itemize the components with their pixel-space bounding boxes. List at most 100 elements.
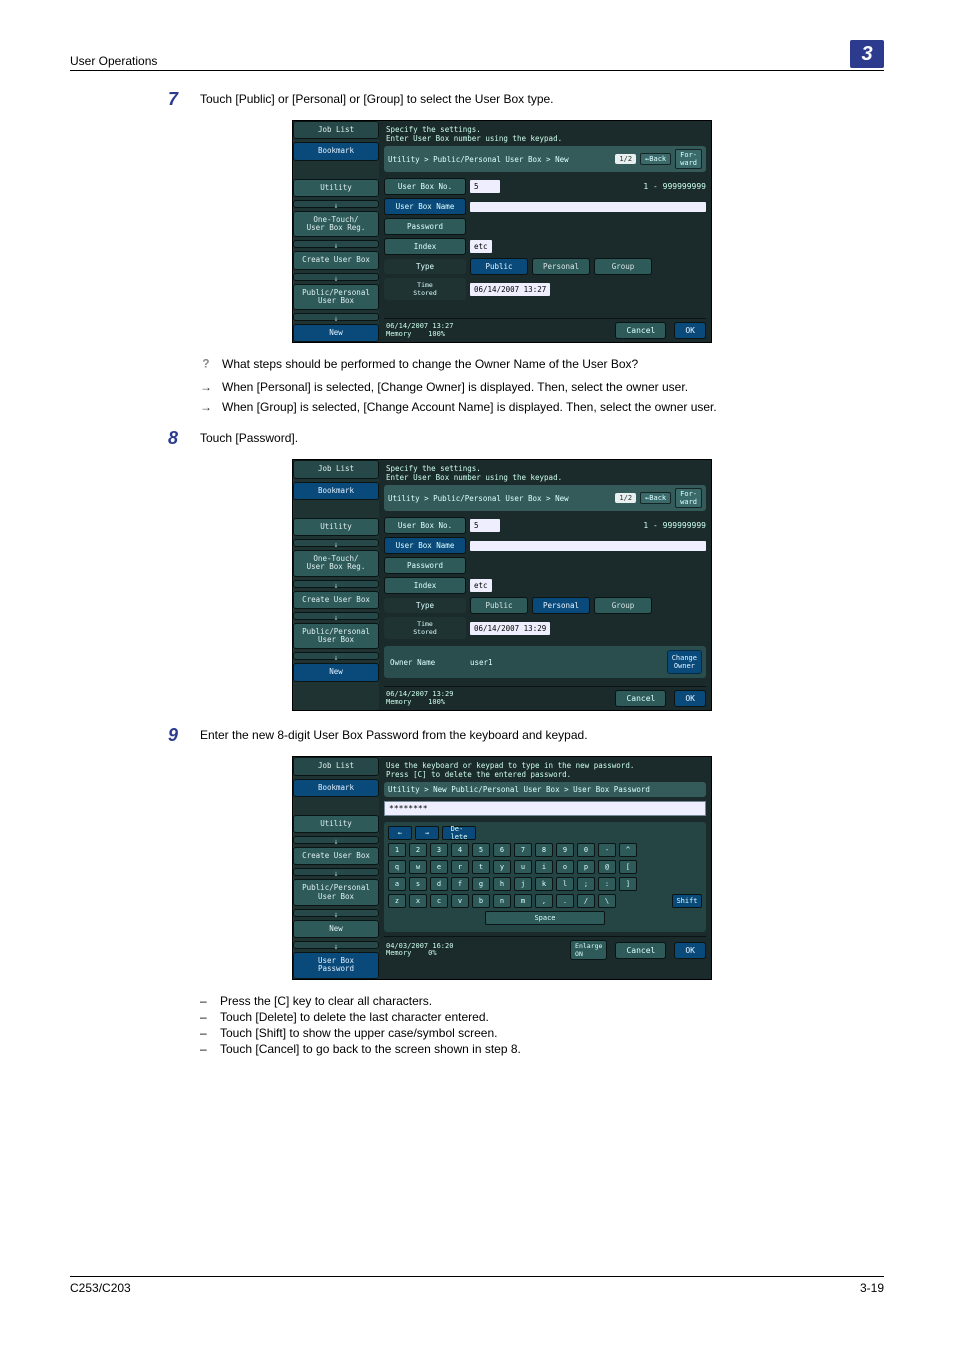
keyboard-key[interactable]: w [409, 860, 427, 874]
cursor-left-key[interactable]: ← [388, 826, 412, 840]
new-button[interactable]: New [293, 663, 379, 681]
new-button[interactable]: New [293, 324, 379, 342]
keyboard-key[interactable]: y [493, 860, 511, 874]
job-list-button[interactable]: Job List [293, 121, 379, 139]
user-box-no-label[interactable]: User Box No. [384, 178, 466, 195]
keyboard-key[interactable]: 7 [514, 843, 532, 857]
utility-button[interactable]: Utility [293, 815, 379, 833]
keyboard-key[interactable]: : [598, 877, 616, 891]
type-group-option[interactable]: Group [594, 258, 652, 275]
keyboard-key[interactable]: u [514, 860, 532, 874]
create-user-box-button[interactable]: Create User Box [293, 847, 379, 865]
keyboard-key[interactable]: 6 [493, 843, 511, 857]
keyboard-key[interactable]: @ [598, 860, 616, 874]
keyboard-key[interactable]: a [388, 877, 406, 891]
user-box-name-button[interactable]: User Box Name [384, 537, 466, 554]
user-box-no-label[interactable]: User Box No. [384, 517, 466, 534]
keyboard-key[interactable]: 3 [430, 843, 448, 857]
type-group-option[interactable]: Group [594, 597, 652, 614]
job-list-button[interactable]: Job List [293, 757, 379, 775]
enlarge-button[interactable]: Enlarge ON [570, 940, 607, 960]
keyboard-key[interactable]: i [535, 860, 553, 874]
keyboard-key[interactable]: c [430, 894, 448, 908]
keyboard-key[interactable]: r [451, 860, 469, 874]
keyboard-key[interactable]: d [430, 877, 448, 891]
keyboard-key[interactable]: , [535, 894, 553, 908]
keyboard-key[interactable]: j [514, 877, 532, 891]
keyboard-key[interactable]: x [409, 894, 427, 908]
keyboard-key[interactable]: . [556, 894, 574, 908]
keyboard-key[interactable]: m [514, 894, 532, 908]
cancel-button[interactable]: Cancel [615, 942, 666, 959]
type-public-option[interactable]: Public [470, 597, 528, 614]
keyboard-key[interactable]: 4 [451, 843, 469, 857]
create-user-box-button[interactable]: Create User Box [293, 251, 379, 269]
utility-button[interactable]: Utility [293, 179, 379, 197]
forward-button[interactable]: For- ward [675, 149, 702, 169]
public-personal-button[interactable]: Public/Personal User Box [293, 879, 379, 906]
back-button[interactable]: ←Back [640, 492, 671, 504]
one-touch-button[interactable]: One-Touch/ User Box Reg. [293, 211, 379, 238]
keyboard-key[interactable]: z [388, 894, 406, 908]
keyboard-key[interactable]: 8 [535, 843, 553, 857]
keyboard-key[interactable]: ^ [619, 843, 637, 857]
bookmark-button[interactable]: Bookmark [293, 482, 379, 500]
change-owner-button[interactable]: Change Owner [667, 650, 702, 674]
keyboard-key[interactable]: - [598, 843, 616, 857]
public-personal-button[interactable]: Public/Personal User Box [293, 623, 379, 650]
keyboard-key[interactable]: ] [619, 877, 637, 891]
keyboard-key[interactable]: o [556, 860, 574, 874]
keyboard-key[interactable]: g [472, 877, 490, 891]
utility-button[interactable]: Utility [293, 518, 379, 536]
keyboard-key[interactable]: 0 [577, 843, 595, 857]
keyboard-key[interactable]: \ [598, 894, 616, 908]
keyboard-key[interactable]: e [430, 860, 448, 874]
keyboard-key[interactable]: b [472, 894, 490, 908]
user-box-name-button[interactable]: User Box Name [384, 198, 466, 215]
password-button[interactable]: Password [384, 218, 466, 235]
one-touch-button[interactable]: One-Touch/ User Box Reg. [293, 550, 379, 577]
keyboard-key[interactable]: 5 [472, 843, 490, 857]
keyboard-key[interactable]: v [451, 894, 469, 908]
password-field[interactable]: ******** [384, 801, 706, 816]
password-button[interactable]: Password [384, 557, 466, 574]
delete-key[interactable]: De- lete [442, 826, 476, 840]
keyboard-key[interactable]: [ [619, 860, 637, 874]
ok-button[interactable]: OK [674, 322, 706, 339]
new-button[interactable]: New [293, 920, 379, 938]
create-user-box-button[interactable]: Create User Box [293, 591, 379, 609]
keyboard-key[interactable]: q [388, 860, 406, 874]
bookmark-button[interactable]: Bookmark [293, 779, 379, 797]
forward-button[interactable]: For- ward [675, 488, 702, 508]
cursor-right-key[interactable]: → [415, 826, 439, 840]
cancel-button[interactable]: Cancel [615, 322, 666, 339]
cancel-button[interactable]: Cancel [615, 690, 666, 707]
user-box-password-button[interactable]: User Box Password [293, 952, 379, 979]
public-personal-button[interactable]: Public/Personal User Box [293, 284, 379, 311]
index-button[interactable]: Index [384, 238, 466, 255]
keyboard-key[interactable]: f [451, 877, 469, 891]
index-button[interactable]: Index [384, 577, 466, 594]
keyboard-key[interactable]: t [472, 860, 490, 874]
keyboard-key[interactable]: / [577, 894, 595, 908]
job-list-button[interactable]: Job List [293, 460, 379, 478]
type-public-option[interactable]: Public [470, 258, 528, 275]
ok-button[interactable]: OK [674, 690, 706, 707]
keyboard-key[interactable]: k [535, 877, 553, 891]
type-personal-option[interactable]: Personal [532, 258, 590, 275]
keyboard-key[interactable]: 1 [388, 843, 406, 857]
keyboard-key[interactable]: 9 [556, 843, 574, 857]
keyboard-key[interactable]: 2 [409, 843, 427, 857]
back-button[interactable]: ←Back [640, 153, 671, 165]
keyboard-key[interactable]: p [577, 860, 595, 874]
space-key[interactable]: Space [485, 911, 605, 925]
ok-button[interactable]: OK [674, 942, 706, 959]
type-personal-option[interactable]: Personal [532, 597, 590, 614]
keyboard-key[interactable]: h [493, 877, 511, 891]
shift-key[interactable]: Shift [672, 894, 702, 908]
bookmark-button[interactable]: Bookmark [293, 142, 379, 160]
keyboard-key[interactable]: s [409, 877, 427, 891]
keyboard-key[interactable]: ; [577, 877, 595, 891]
keyboard-key[interactable]: l [556, 877, 574, 891]
keyboard-key[interactable]: n [493, 894, 511, 908]
